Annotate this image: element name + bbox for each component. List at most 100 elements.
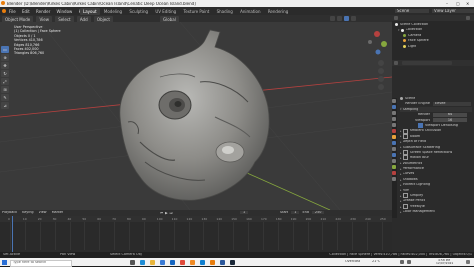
menu-file[interactable]: File — [9, 9, 16, 14]
panel-checkbox[interactable] — [402, 150, 408, 156]
panel-checkbox[interactable] — [402, 193, 408, 199]
rendered-shading-icon[interactable] — [351, 16, 356, 21]
properties-search-icon[interactable] — [402, 61, 452, 65]
cursor-tool-icon[interactable]: ⊕ — [1, 54, 9, 61]
tab-layout[interactable]: Layout — [80, 8, 100, 15]
outliner-editor-icon[interactable] — [394, 16, 398, 20]
jump-start-icon[interactable]: ⏮ — [160, 211, 163, 215]
material-shading-icon[interactable] — [344, 16, 349, 21]
render-engine-dropdown[interactable]: Eevee — [433, 101, 471, 107]
network-icon[interactable] — [400, 260, 404, 264]
panel-checkbox[interactable] — [402, 133, 408, 139]
tab-animation[interactable]: Animation — [237, 8, 263, 15]
tab-shading[interactable]: Shading — [214, 8, 236, 15]
properties-editor-icon[interactable] — [394, 61, 398, 65]
annotate-tool-icon[interactable]: ✎ — [1, 94, 9, 101]
pan-icon[interactable] — [378, 68, 384, 74]
modifiers-tab-icon[interactable] — [392, 141, 396, 145]
physics-tab-icon[interactable] — [392, 153, 396, 157]
view-layer-tab-icon[interactable] — [392, 117, 396, 121]
temperature-label[interactable]: 21°C — [372, 260, 380, 263]
timeline-ruler[interactable]: 0 10 20 30 40 50 60 70 80 90 100 110 120 130 140 150 160… — [0, 216, 392, 222]
navigation-gizmo[interactable] — [368, 31, 387, 55]
photos-icon[interactable] — [200, 259, 205, 265]
transform-tool-icon[interactable]: ⊞ — [1, 86, 9, 93]
current-frame-field[interactable]: 1 — [240, 211, 249, 215]
tool-tab-icon[interactable] — [392, 99, 396, 103]
tab-sculpting[interactable]: Sculpting — [126, 8, 151, 15]
object-tab-icon[interactable] — [392, 135, 396, 139]
perspective-toggle-icon[interactable] — [378, 84, 384, 90]
close-button[interactable]: ✕ — [466, 2, 469, 6]
zoom-icon[interactable] — [378, 60, 384, 66]
camera-view-icon[interactable] — [378, 76, 384, 82]
output-tab-icon[interactable] — [392, 111, 396, 115]
weather-label[interactable]: Overcast — [345, 260, 360, 263]
taskbar-search-input[interactable]: Type here to search — [10, 259, 72, 267]
windows-start-icon[interactable] — [2, 259, 7, 265]
render-tab-icon[interactable] — [392, 105, 396, 109]
notifications-icon[interactable] — [466, 260, 470, 264]
move-tool-icon[interactable]: ✥ — [1, 62, 9, 69]
timeline-playhead[interactable] — [12, 216, 13, 252]
maximize-button[interactable]: ▢ — [456, 2, 460, 6]
wireframe-shading-icon[interactable] — [330, 16, 335, 21]
data-tab-icon[interactable] — [392, 165, 396, 169]
blender-menu-icon[interactable] — [2, 9, 6, 13]
select-box-tool-icon[interactable]: ▭ — [1, 46, 9, 53]
minimize-button[interactable]: – — [446, 2, 448, 6]
timeline-view-menu[interactable]: View — [39, 211, 47, 214]
rotate-tool-icon[interactable]: ↻ — [1, 70, 9, 77]
scale-tool-icon[interactable]: ⤢ — [1, 78, 9, 85]
file-explorer-icon[interactable] — [150, 259, 155, 265]
panel-color-management[interactable]: ▸ Color Management — [400, 209, 472, 214]
world-tab-icon[interactable] — [392, 129, 396, 133]
menu-edit[interactable]: Edit — [22, 9, 30, 14]
timeline-keying-menu[interactable]: Keying — [22, 211, 33, 214]
render-samples-field[interactable]: 64 — [433, 112, 467, 118]
tab-uv-editing[interactable]: UV Editing — [152, 8, 179, 15]
timeline-playback-menu[interactable]: Playback — [2, 211, 17, 214]
status-left-hint: Set Active — [3, 253, 21, 256]
view-layer-selector[interactable]: View Layer — [432, 9, 474, 13]
material-tab-icon[interactable] — [392, 171, 396, 175]
edge-browser-icon[interactable] — [140, 259, 145, 265]
blender-taskbar-icon[interactable] — [210, 259, 215, 265]
mail-icon[interactable] — [170, 259, 175, 265]
panel-checkbox[interactable] — [402, 155, 408, 161]
firefox-browser-icon[interactable] — [190, 259, 195, 265]
task-view-icon[interactable] — [130, 259, 135, 265]
start-frame-field[interactable]: 1 — [291, 211, 300, 215]
expand-icon[interactable]: ▾ — [398, 28, 400, 32]
clock-date[interactable]: 12/07/2021 — [436, 262, 453, 265]
timeline-marker-menu[interactable]: Marker — [52, 211, 64, 214]
panel-checkbox[interactable] — [402, 204, 408, 209]
chrome-browser-icon[interactable] — [180, 259, 185, 265]
menu-window[interactable]: Window — [57, 9, 73, 14]
scene-tab-icon[interactable] — [392, 123, 396, 127]
panel-checkbox[interactable] — [402, 128, 408, 134]
word-icon[interactable] — [220, 259, 225, 265]
jump-end-icon[interactable]: ⏭ — [170, 211, 173, 215]
store-icon[interactable] — [160, 259, 165, 265]
constraints-tab-icon[interactable] — [392, 159, 396, 163]
steam-icon[interactable] — [230, 259, 235, 265]
texture-tab-icon[interactable] — [392, 177, 396, 181]
3d-viewport[interactable]: User Perspective (1) Collection | Face S… — [0, 22, 392, 210]
measure-tool-icon[interactable]: ⊿ — [1, 102, 9, 109]
tab-texture-paint[interactable]: Texture Paint — [181, 8, 213, 15]
scene-selector[interactable]: Scene — [395, 9, 429, 13]
solid-shading-icon[interactable] — [337, 16, 342, 21]
viewport-denoising-checkbox[interactable] — [418, 123, 423, 129]
volume-icon[interactable] — [407, 260, 411, 264]
outliner-item-light[interactable]: Light — [395, 44, 473, 49]
tab-rendering[interactable]: Rendering — [265, 8, 291, 15]
menu-render[interactable]: Render — [36, 9, 50, 14]
tab-modeling[interactable]: Modeling — [101, 8, 125, 15]
viewport-samples-field[interactable]: 16 — [433, 118, 467, 123]
outliner-filter-icon[interactable] — [466, 16, 470, 20]
play-icon[interactable]: ▶ — [165, 211, 168, 215]
particles-tab-icon[interactable] — [392, 147, 396, 151]
stone-head-model[interactable] — [119, 29, 270, 201]
end-frame-field[interactable]: 250 — [311, 211, 325, 215]
